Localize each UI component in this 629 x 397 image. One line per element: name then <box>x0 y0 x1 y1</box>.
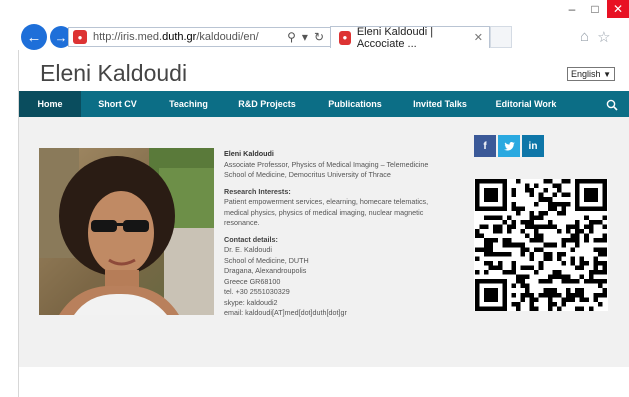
contact-line: Dr. E. Kaldoudi <box>224 245 272 254</box>
research-interests-line: Patient empowerment services, elearning,… <box>224 197 429 206</box>
profile-affiliation: School of Medicine, Democritus Universit… <box>224 170 391 179</box>
contact-email: email: kaldoudi[AT]med[dot]duth[dot]gr <box>224 308 347 317</box>
contact-line: Greece GR68100 <box>224 276 281 286</box>
research-interests-heading: Research Interests: <box>224 186 291 196</box>
nav-item-publications[interactable]: Publications <box>311 91 399 117</box>
arrow-left-icon: ← <box>26 28 42 46</box>
new-tab-button[interactable] <box>490 26 512 48</box>
chevron-down-icon: ▼ <box>603 69 611 79</box>
favorites-star-icon[interactable]: ☆ <box>597 28 610 46</box>
dropdown-arrow-icon[interactable]: ▾ <box>302 30 308 44</box>
browser-chrome: – □ ✕ ← → ● http://iris.med.duth.gr/kald… <box>0 0 629 50</box>
page-title: Eleni Kaldoudi <box>40 60 188 86</box>
language-select[interactable]: English ▼ <box>567 67 615 81</box>
tab-close-icon[interactable]: ✕ <box>474 31 483 44</box>
minimize-button[interactable]: – <box>562 0 582 18</box>
social-links: f in <box>474 135 544 157</box>
home-icon[interactable]: ⌂ <box>580 28 589 46</box>
research-interests-line: resonance. <box>224 218 260 227</box>
profile-photo <box>39 148 214 315</box>
browser-tab[interactable]: ● Eleni Kaldoudi | Accociate ... ✕ <box>330 25 490 50</box>
nav-item-teaching[interactable]: Teaching <box>154 91 223 117</box>
qr-code <box>474 179 608 311</box>
nav-item-rd-projects[interactable]: R&D Projects <box>223 91 311 117</box>
nav-search-button[interactable] <box>606 98 618 111</box>
nav-item-short-cv[interactable]: Short CV <box>81 91 154 117</box>
arrow-right-icon: → <box>54 29 68 45</box>
contact-skype: skype: kaldoudi2 <box>224 297 278 307</box>
tab-title: Eleni Kaldoudi | Accociate ... <box>356 25 434 50</box>
nav-item-invited-talks[interactable]: Invited Talks <box>399 91 481 117</box>
search-icon <box>606 99 618 111</box>
main-navigation: Home Short CV Teaching R&D Projects Publ… <box>19 91 629 117</box>
nav-item-home[interactable]: Home <box>19 91 81 117</box>
search-icon[interactable]: ⚲ <box>287 30 296 44</box>
refresh-icon[interactable]: ↻ <box>314 30 324 44</box>
site-favicon-icon: ● <box>73 30 87 44</box>
close-window-button[interactable]: ✕ <box>607 0 629 18</box>
address-bar[interactable]: ● http://iris.med.duth.gr/kaldoudi/en/ ⚲… <box>68 27 331 47</box>
language-selected: English <box>571 69 601 79</box>
contact-line: School of Medicine, DUTH <box>224 255 309 265</box>
contact-phone: tel. +30 2551030329 <box>224 287 290 296</box>
contact-line: Dragana, Alexandroupolis <box>224 266 307 275</box>
contact-details-heading: Contact details: <box>224 234 278 244</box>
maximize-button[interactable]: □ <box>585 0 605 18</box>
tab-favicon-icon: ● <box>339 30 351 45</box>
profile-position: Associate Professor, Physics of Medical … <box>224 159 429 169</box>
url-text: http://iris.med.duth.gr/kaldoudi/en/ <box>93 31 259 43</box>
linkedin-icon[interactable]: in <box>522 135 544 157</box>
research-interests-line: medical physics, physics of medical imag… <box>224 207 424 217</box>
profile-info: Eleni Kaldoudi Associate Professor, Phys… <box>224 149 464 319</box>
twitter-icon[interactable] <box>498 135 520 157</box>
nav-item-editorial-work[interactable]: Editorial Work <box>481 91 571 117</box>
content-area: Eleni Kaldoudi Associate Professor, Phys… <box>19 117 629 367</box>
web-page: Eleni Kaldoudi English ▼ Home Short CV T… <box>18 50 629 397</box>
back-button[interactable]: ← <box>21 24 47 50</box>
profile-name: Eleni Kaldoudi <box>224 149 274 158</box>
facebook-icon[interactable]: f <box>474 135 496 157</box>
